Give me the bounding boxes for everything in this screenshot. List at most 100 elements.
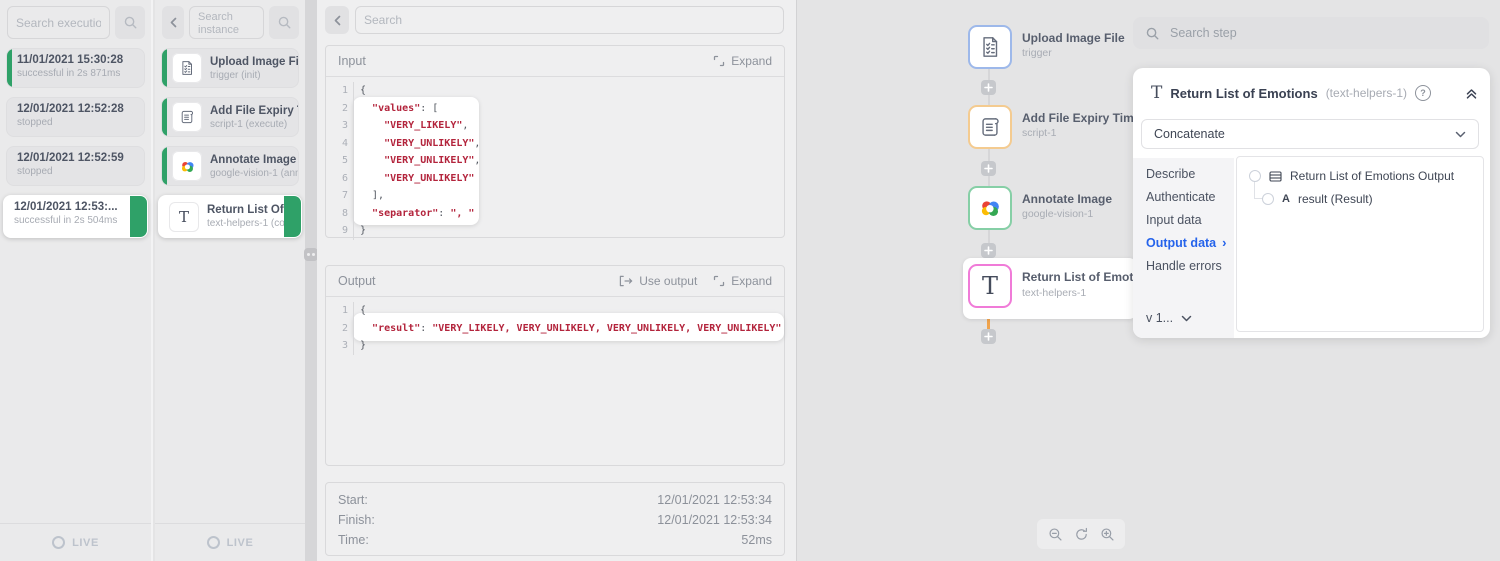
collapse-panel-icon[interactable] bbox=[1465, 87, 1478, 100]
execution-title: 12/01/2021 12:53:... bbox=[14, 201, 139, 213]
code-text: "VERY_UNLIKELY" bbox=[354, 170, 474, 188]
step-item[interactable]: Add File Expiry Ti... script-1 (execute) bbox=[161, 97, 299, 137]
add-step-button[interactable] bbox=[981, 243, 996, 258]
add-step-button[interactable] bbox=[981, 80, 996, 95]
code-text: "VERY_UNLIKELY", bbox=[354, 152, 480, 170]
line-number: 5 bbox=[326, 152, 354, 170]
execution-title: 12/01/2021 12:52:59 bbox=[17, 152, 136, 164]
node-annotate-image[interactable] bbox=[968, 186, 1012, 230]
radio-icon[interactable] bbox=[1262, 193, 1274, 205]
code-line: 4 "VERY_UNLIKELY", bbox=[326, 135, 784, 153]
step-item[interactable]: Annotate Image google-vision-1 (ann... bbox=[161, 146, 299, 186]
execution-item-selected[interactable]: 12/01/2021 12:53:... successful in 2s 50… bbox=[3, 195, 148, 238]
chevron-down-icon bbox=[1181, 315, 1192, 322]
executions-live-footer[interactable]: LIVE bbox=[0, 523, 151, 561]
search-instance-button[interactable] bbox=[269, 6, 299, 39]
executions-panel-header bbox=[0, 0, 151, 39]
tree-child-row[interactable]: A result (Result) bbox=[1262, 192, 1373, 206]
chevron-left-icon bbox=[333, 15, 342, 26]
canvas-zoom-controls bbox=[1037, 519, 1125, 549]
node-subtitle: trigger bbox=[1022, 47, 1052, 59]
properties-tab-column: Describe Authenticate Input data Output dat… bbox=[1133, 158, 1234, 338]
search-log-input[interactable] bbox=[355, 6, 784, 34]
line-number: 6 bbox=[326, 170, 354, 188]
execution-item[interactable]: 12/01/2021 12:52:59 stopped bbox=[6, 146, 145, 186]
resize-grip-handle[interactable] bbox=[304, 248, 318, 261]
back-button[interactable] bbox=[325, 6, 349, 34]
step-title: Annotate Image bbox=[210, 154, 298, 166]
node-return-list-of-emotions[interactable]: T bbox=[968, 264, 1012, 308]
search-step-input[interactable]: Search step bbox=[1133, 17, 1489, 49]
radio-icon[interactable] bbox=[1249, 170, 1261, 182]
version-selector[interactable]: v 1... bbox=[1146, 311, 1192, 325]
zoom-reset-button[interactable] bbox=[1074, 527, 1089, 542]
line-number: 7 bbox=[326, 187, 354, 205]
node-add-file-expiry-time[interactable] bbox=[968, 105, 1012, 149]
input-json: 1{2 "values": [3 "VERY_LIKELY",4 "VERY_U… bbox=[326, 77, 784, 240]
tab-handle-errors[interactable]: Handle errors bbox=[1146, 258, 1234, 273]
line-number: 8 bbox=[326, 205, 354, 223]
execution-summary-box: Start: 12/01/2021 12:53:34 Finish: 12/01… bbox=[325, 482, 785, 556]
execution-item[interactable]: 11/01/2021 15:30:28 successful in 2s 871… bbox=[6, 48, 145, 88]
tab-output-data[interactable]: Output data› bbox=[1146, 235, 1234, 250]
tree-root-label: Return List of Emotions Output bbox=[1290, 169, 1454, 183]
use-output-button[interactable]: Use output bbox=[619, 274, 697, 288]
operation-value: Concatenate bbox=[1154, 127, 1225, 141]
code-text: ], bbox=[354, 187, 384, 205]
step-subtitle: script-1 (execute) bbox=[210, 119, 298, 130]
code-line: 1{ bbox=[326, 302, 784, 320]
step-subtitle: google-vision-1 (ann... bbox=[210, 168, 298, 179]
step-properties-title: Return List of Emotions bbox=[1170, 86, 1317, 101]
google-cloud-icon bbox=[976, 194, 1004, 222]
step-properties-subtitle: (text-helpers-1) bbox=[1326, 86, 1407, 100]
execution-status: successful in 2s 504ms bbox=[14, 215, 139, 226]
search-instance-input[interactable]: Search instance bbox=[189, 6, 264, 39]
panel-resize-divider[interactable] bbox=[305, 0, 317, 561]
node-upload-image-file[interactable] bbox=[968, 25, 1012, 69]
collapse-panel-button[interactable] bbox=[162, 6, 184, 39]
tab-input-data[interactable]: Input data bbox=[1146, 212, 1234, 227]
search-executions-button[interactable] bbox=[115, 6, 145, 39]
expand-label: Expand bbox=[731, 274, 772, 288]
add-step-button[interactable] bbox=[981, 329, 996, 344]
step-subtitle: text-helpers-1 (co... bbox=[207, 218, 283, 229]
executions-panel: 11/01/2021 15:30:28 successful in 2s 871… bbox=[0, 0, 153, 561]
code-text: "result": "VERY_LIKELY, VERY_UNLIKELY, V… bbox=[354, 320, 781, 338]
live-label: LIVE bbox=[72, 537, 99, 549]
expand-input-button[interactable]: Expand bbox=[713, 54, 772, 68]
tree-root-row[interactable]: Return List of Emotions Output bbox=[1249, 169, 1454, 183]
line-number: 4 bbox=[326, 135, 354, 153]
code-text: "values": [ bbox=[354, 100, 438, 118]
start-value: 12/01/2021 12:53:34 bbox=[657, 490, 772, 510]
tab-describe[interactable]: Describe bbox=[1146, 166, 1234, 181]
scroll-icon bbox=[977, 114, 1003, 140]
tab-authenticate[interactable]: Authenticate bbox=[1146, 189, 1234, 204]
node-title: Upload Image File bbox=[1022, 31, 1125, 45]
search-executions-input[interactable] bbox=[7, 6, 110, 39]
text-helper-icon: T bbox=[1151, 83, 1162, 103]
expand-output-button[interactable]: Expand bbox=[713, 274, 772, 288]
add-step-button[interactable] bbox=[981, 161, 996, 176]
live-indicator-icon bbox=[207, 536, 220, 549]
step-title: Add File Expiry Ti... bbox=[210, 105, 298, 117]
instance-live-footer[interactable]: LIVE bbox=[155, 523, 305, 561]
help-icon[interactable]: ? bbox=[1415, 85, 1431, 101]
code-text: "VERY_LIKELY", bbox=[354, 117, 468, 135]
zoom-out-button[interactable] bbox=[1048, 527, 1063, 542]
step-item-selected[interactable]: T Return List Of ... text-helpers-1 (co.… bbox=[158, 195, 302, 238]
line-number: 1 bbox=[326, 302, 354, 320]
line-number: 2 bbox=[326, 320, 354, 338]
zoom-in-button[interactable] bbox=[1100, 527, 1115, 542]
step-item[interactable]: Upload Image File trigger (init) bbox=[161, 48, 299, 88]
code-line: 2 "values": [ bbox=[326, 100, 784, 118]
status-bar-success bbox=[284, 196, 301, 237]
document-checklist-icon bbox=[172, 53, 202, 83]
code-text: { bbox=[354, 302, 366, 320]
text-helper-icon: T bbox=[169, 202, 199, 232]
status-bar-success bbox=[7, 49, 12, 87]
code-line: 3} bbox=[326, 337, 784, 355]
code-text: } bbox=[354, 222, 366, 240]
operation-select[interactable]: Concatenate bbox=[1141, 119, 1479, 149]
execution-item[interactable]: 12/01/2021 12:52:28 stopped bbox=[6, 97, 145, 137]
time-value: 52ms bbox=[741, 530, 772, 550]
